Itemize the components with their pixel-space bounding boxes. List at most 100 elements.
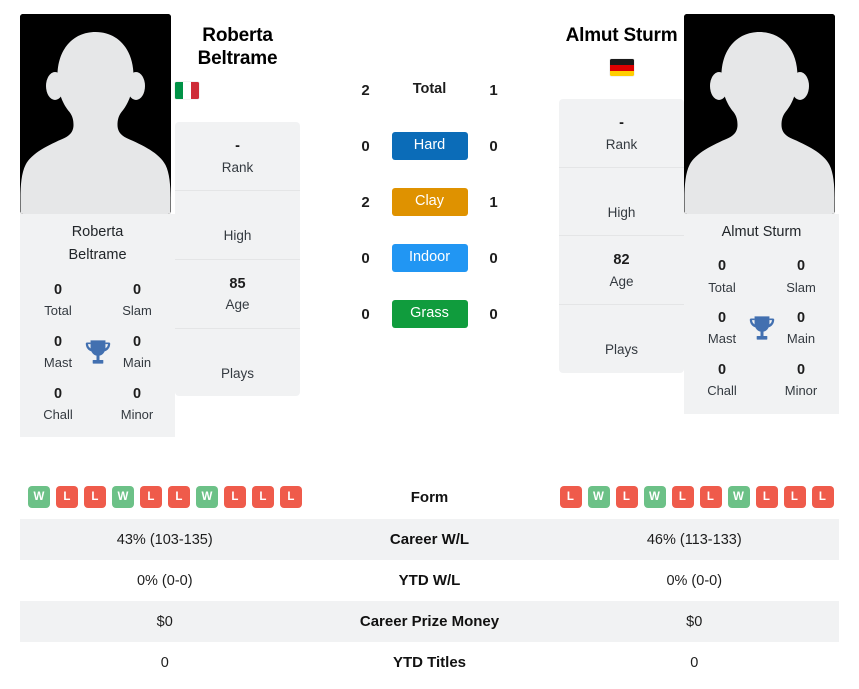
form-chip: L [84,486,106,508]
h2h-clay-badge[interactable]: Clay [391,188,468,216]
right-info-plays-label: Plays [604,342,638,358]
h2h-clay-label-cell: Clay [391,188,468,216]
right-titles-slam-value: 0 [796,258,806,275]
right-career-wl-value: 46% (113-133) [646,531,742,548]
left-titles-main-label: Main [122,354,152,370]
right-info-high-label: High [607,205,636,221]
left-titles-chall: 0 Chall [32,384,84,426]
form-chip: W [196,486,218,508]
right-info-high-value [563,182,680,203]
left-info-age-label: Age [225,297,250,313]
left-player-name[interactable]: Roberta Beltrame [175,24,300,70]
h2h-clay-left-value: 2 [361,193,370,211]
right-titles-minor-value: 0 [796,362,806,379]
left-info-plays: Plays [175,329,300,396]
right-player-info-column: Almut Sturm - Rank High 82 Age Plays [559,14,684,373]
right-titles-minor: 0 Minor [775,360,827,402]
h2h-indoor-badge[interactable]: Indoor [391,244,468,272]
left-titles-mast-value: 0 [53,333,63,350]
h2h-row-indoor: 0 Indoor 0 [300,230,559,286]
form-chip: L [755,486,778,508]
h2h-row-hard: 0 Hard 0 [300,118,559,174]
left-form-cell: WLLWLLWLLL [20,486,310,508]
h2h-row-grass: 0 Grass 0 [300,286,559,342]
left-titles-total: 0 Total [32,280,84,322]
right-player-titles-panel: 0 Total 0 Slam 0 Mast 0 Main 0 Chall 0 M… [684,254,839,414]
left-player-name-line1: Roberta [202,25,273,46]
left-titles-chall-label: Chall [43,406,73,422]
h2h-grass-label-cell: Grass [391,300,468,328]
h2h-hard-badge[interactable]: Hard [391,132,468,160]
left-info-rank-label: Rank [221,160,254,176]
right-titles-row-2: 0 Mast 0 Main [690,308,833,350]
h2h-clay-right-value: 1 [489,193,498,211]
table-row-career-prize: $0 Career Prize Money $0 [20,601,839,642]
h2h-hard-left-value: 0 [361,137,370,155]
form-chip: L [699,486,722,508]
left-info-age-value: 85 [229,275,246,292]
table-row-form: WLLWLLWLLL Form LWLWLLWLLL [20,475,839,519]
right-player-name[interactable]: Almut Sturm [559,24,684,47]
form-chip: W [28,486,50,508]
right-titles-slam: 0 Slam [775,256,827,298]
form-chip: L [811,486,834,508]
player-comparison-header: Roberta Beltrame 0 Total 0 Slam 0 Mast 0… [0,0,859,475]
left-info-high-label: High [223,228,252,244]
left-titles-row-3: 0 Chall 0 Minor [26,384,169,426]
left-info-high-value [179,205,296,226]
left-titles-slam-value: 0 [132,281,142,298]
form-chip: W [587,486,610,508]
form-chip: L [56,486,78,508]
right-player-photo-caption: Almut Sturm [684,214,839,255]
table-row-ytd-titles: 0 YTD Titles 0 [20,642,839,683]
h2h-row-total: 2 Total 1 [300,62,559,118]
form-chip: L [615,486,638,508]
right-info-age: 82 Age [559,236,684,306]
h2h-grass-badge[interactable]: Grass [391,300,468,328]
h2h-grass-right-value: 0 [489,305,498,323]
form-chip: W [112,486,134,508]
left-player-photo [20,14,171,214]
right-titles-row-3: 0 Chall 0 Minor [690,360,833,402]
left-caption-line1: Roberta [71,224,124,240]
right-info-age-label: Age [609,274,634,290]
left-player-photo-column: Roberta Beltrame 0 Total 0 Slam 0 Mast 0… [20,14,175,438]
table-row-ytd-wl: 0% (0-0) YTD W/L 0% (0-0) [20,560,839,601]
right-titles-slam-label: Slam [786,279,816,295]
left-player-photo-caption: Roberta Beltrame [20,214,175,278]
right-career-prize-value: $0 [686,613,703,630]
right-player-info-card: - Rank High 82 Age Plays [559,99,684,373]
left-caption-line2: Beltrame [68,247,127,264]
form-chip: L [783,486,806,508]
left-player-info-card: - Rank High 85 Age Plays [175,122,300,396]
form-chip: L [280,486,302,508]
form-chip: L [140,486,162,508]
form-chip: L [224,486,246,508]
right-titles-main: 0 Main [775,308,827,350]
h2h-page: Roberta Beltrame 0 Total 0 Slam 0 Mast 0… [0,0,859,689]
right-titles-total-value: 0 [717,258,727,275]
left-info-age: 85 Age [175,260,300,329]
right-info-age-value: 82 [613,252,630,269]
left-career-prize-value: $0 [156,613,173,630]
table-label-form: Form [410,488,449,506]
h2h-indoor-left-value: 0 [361,249,370,267]
right-caption-line1: Almut Sturm [721,224,802,240]
comparison-table: WLLWLLWLLL Form LWLWLLWLLL 43% (103-135)… [20,475,839,683]
form-chip: L [671,486,694,508]
right-player-name-line1: Almut Sturm [565,25,678,46]
h2h-total-label-cell: Total [392,76,468,103]
left-titles-minor-label: Minor [120,406,154,422]
person-silhouette-icon [20,14,171,214]
left-titles-total-label: Total [44,302,72,318]
right-titles-mast-value: 0 [717,310,727,327]
left-player-flag-wrap [175,82,300,104]
h2h-hard-label-cell: Hard [391,132,468,160]
right-titles-chall-value: 0 [717,362,727,379]
right-titles-chall-label: Chall [707,383,737,399]
left-titles-row-2: 0 Mast 0 Main [26,332,169,374]
left-titles-main-value: 0 [132,333,142,350]
right-titles-mast-label: Mast [707,331,737,347]
table-label-ytd-titles: YTD Titles [392,654,467,671]
left-info-plays-label: Plays [220,365,254,381]
